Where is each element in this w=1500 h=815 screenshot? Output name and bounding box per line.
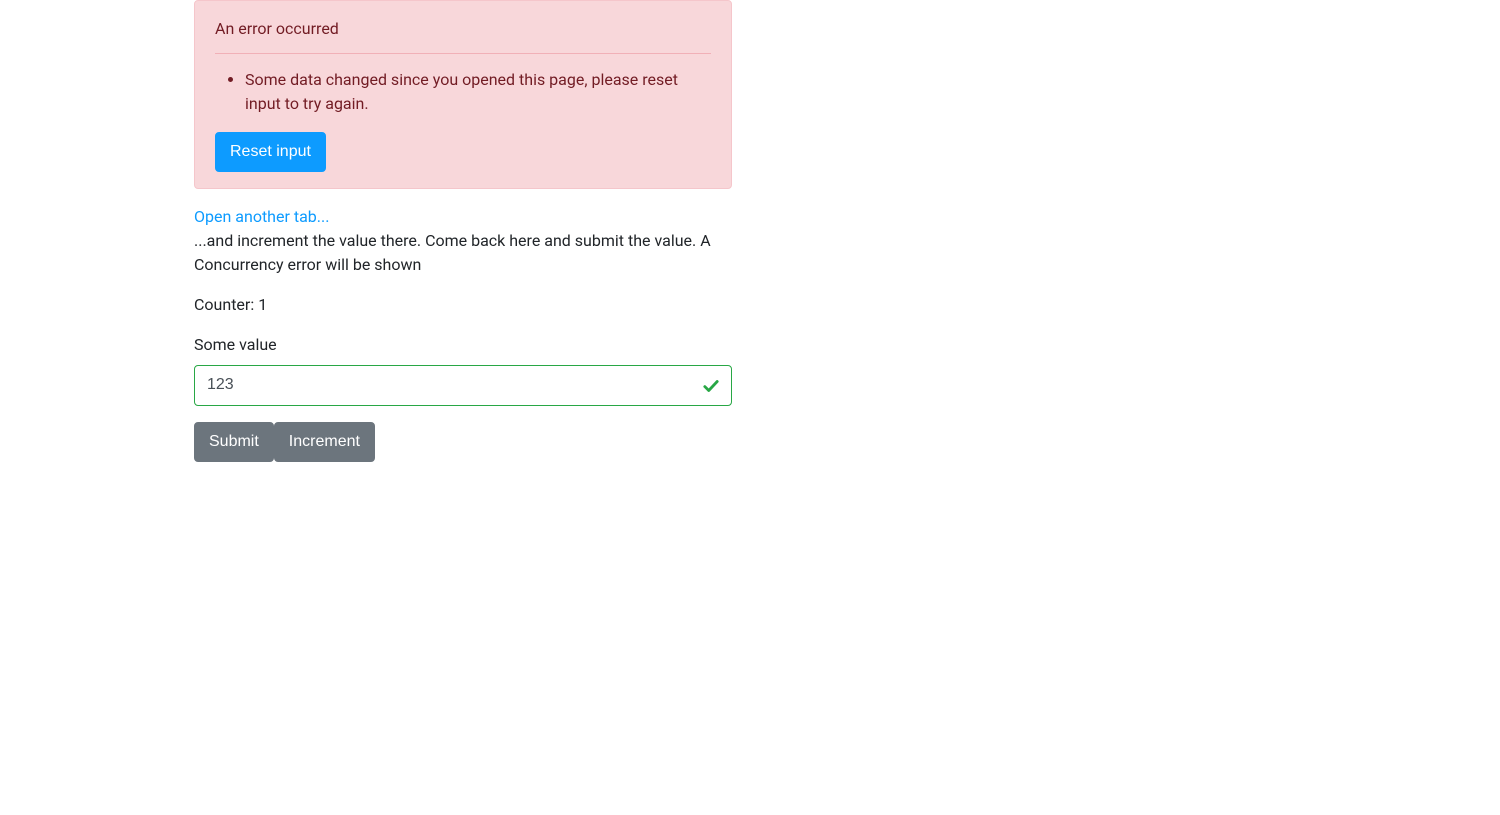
counter-label: Counter:: [194, 295, 258, 314]
some-value-input[interactable]: [194, 365, 732, 405]
error-alert: An error occurred Some data changed sinc…: [194, 0, 732, 189]
counter-display: Counter: 1: [194, 293, 732, 317]
instructions-text: ...and increment the value there. Come b…: [194, 231, 711, 274]
instructions-block: Open another tab... ...and increment the…: [194, 205, 732, 277]
alert-divider: [215, 53, 711, 54]
alert-error-list: Some data changed since you opened this …: [215, 68, 711, 116]
alert-title: An error occurred: [215, 17, 711, 41]
some-value-label: Some value: [194, 333, 732, 357]
alert-error-item: Some data changed since you opened this …: [245, 68, 711, 116]
increment-button[interactable]: Increment: [274, 422, 375, 462]
reset-input-button[interactable]: Reset input: [215, 132, 326, 172]
open-another-tab-link[interactable]: Open another tab...: [194, 207, 329, 226]
counter-value: 1: [258, 295, 267, 314]
submit-button[interactable]: Submit: [194, 422, 274, 462]
